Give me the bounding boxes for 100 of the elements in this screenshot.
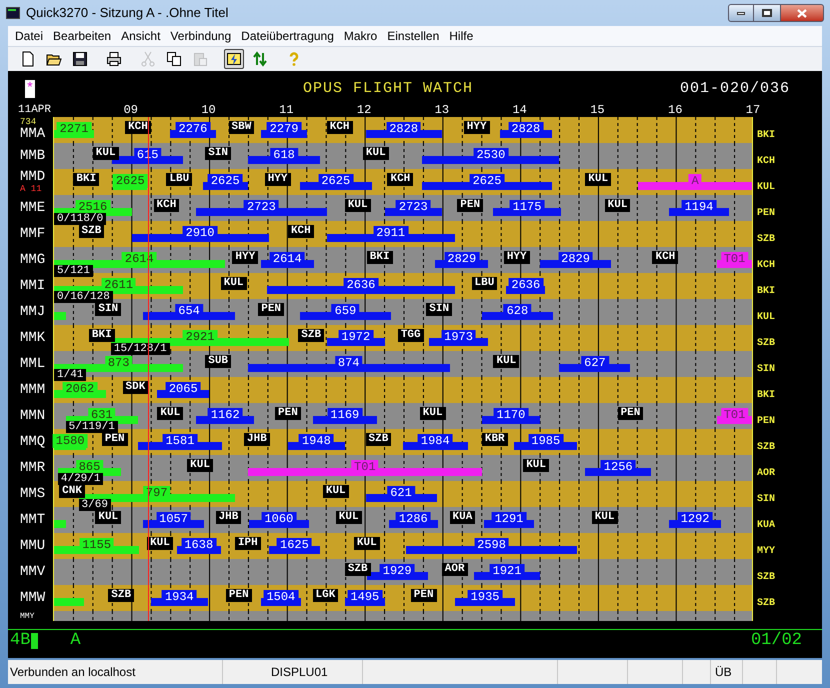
clipboard-icon xyxy=(192,51,208,67)
station-code: KUL xyxy=(336,511,362,524)
station-code: SZB xyxy=(344,563,371,576)
aircraft-label: MMY xyxy=(20,612,36,620)
station-code: KUL xyxy=(95,511,122,524)
station-code: HYY xyxy=(504,251,530,264)
scissors-icon xyxy=(140,51,156,67)
station-code: LGK xyxy=(312,589,338,602)
toolbar-button[interactable] xyxy=(164,49,184,69)
maximize-button[interactable] xyxy=(754,4,780,22)
station-code: KCH xyxy=(154,199,180,212)
station-code: SZB xyxy=(298,329,324,342)
field-marker: * xyxy=(25,80,35,98)
active-flight-bar xyxy=(54,312,66,320)
station-code: SIN xyxy=(205,147,232,160)
toolbar-button[interactable] xyxy=(224,49,244,69)
station-code: PEN xyxy=(258,303,284,316)
hour-label: 16 xyxy=(668,104,682,117)
station-code: HYY xyxy=(232,251,258,264)
screen-page: 01/02 xyxy=(750,630,802,652)
station-code: KCH xyxy=(652,251,678,264)
menu-item[interactable]: Makro xyxy=(338,27,382,45)
destination-code: MYY xyxy=(757,546,776,557)
aircraft-label: MMQ xyxy=(20,434,46,450)
page-range: 001-020/036 xyxy=(680,78,790,99)
station-code: KUL xyxy=(92,147,119,160)
aircraft-label: MMN xyxy=(20,408,46,424)
destination-code: BKI xyxy=(757,390,776,401)
station-code: KCH xyxy=(326,121,353,134)
aircraft-label: MMB xyxy=(20,148,46,164)
aircraft-label: MMJ xyxy=(20,304,46,320)
cursor-block xyxy=(31,632,38,648)
destination-code: AOR xyxy=(757,468,776,479)
mode-indicator: A xyxy=(70,630,81,652)
menu-item[interactable]: Datei xyxy=(10,27,48,45)
station-code: SZB xyxy=(108,589,134,602)
station-code: BKI xyxy=(73,173,100,186)
aircraft-label: MMT xyxy=(20,512,46,528)
input-code: 4B xyxy=(10,630,30,652)
menu-item[interactable]: Einstellen xyxy=(382,27,444,45)
station-code: LBU xyxy=(166,173,192,186)
toolbar-button[interactable] xyxy=(70,49,90,69)
status-overwrite: ÜB xyxy=(711,660,743,684)
active-flight-number: 2625 xyxy=(112,174,148,188)
aircraft-label: MMD xyxy=(20,170,46,185)
active-flight-bar xyxy=(54,520,66,528)
station-code: KUL xyxy=(362,147,389,160)
aircraft-label: MMR xyxy=(20,460,46,476)
aircraft-label: MMK xyxy=(20,330,46,346)
screen-title: OPUS FLIGHT WATCH xyxy=(303,78,474,99)
toolbar-button[interactable] xyxy=(104,49,124,69)
hour-label: 13 xyxy=(434,104,450,117)
destination-code: BKI xyxy=(757,130,776,141)
menu-item[interactable]: Verbindung xyxy=(165,27,236,45)
aircraft-label: MMU xyxy=(20,538,46,554)
station-code: KCH xyxy=(125,121,151,134)
status-session: DISPLU01 xyxy=(223,660,363,684)
load-figures: 0/16/128 xyxy=(54,291,113,303)
aircraft-label: MMG xyxy=(20,252,46,268)
station-code: CNK xyxy=(59,485,85,498)
destination-code: SIN xyxy=(757,364,776,375)
hour-label: 15 xyxy=(590,104,605,117)
station-code: BKI xyxy=(88,329,115,342)
station-code: TGG xyxy=(398,329,424,342)
station-code: SZB xyxy=(366,433,392,446)
station-code: LBU xyxy=(472,277,498,290)
minimize-icon xyxy=(737,12,745,14)
printer-icon xyxy=(106,51,122,67)
station-code: KUA xyxy=(450,511,476,524)
destination-code: KCH xyxy=(757,156,776,167)
station-code: KUL xyxy=(147,537,173,550)
destination-code: KUL xyxy=(757,182,776,193)
aircraft-label: MMV xyxy=(20,564,46,580)
minimize-button[interactable] xyxy=(728,4,754,22)
station-code: KUL xyxy=(493,355,520,368)
close-icon xyxy=(797,8,807,18)
station-code: KCH xyxy=(288,225,314,238)
menu-item[interactable]: Ansicht xyxy=(116,27,166,45)
menu-item[interactable]: Hilfe xyxy=(444,27,478,45)
status-connection: Verbunden an localhost xyxy=(8,660,223,684)
load-figures: 0/118/0 xyxy=(54,213,106,225)
destination-code: PEN xyxy=(757,416,776,427)
aircraft-label: MMS xyxy=(20,486,46,502)
station-code: JHB xyxy=(244,433,270,446)
close-button[interactable] xyxy=(780,4,824,22)
station-code: KUL xyxy=(523,459,550,472)
aircraft-label: MMF xyxy=(20,226,46,242)
hour-label: 12 xyxy=(356,104,372,117)
destination-code: KUL xyxy=(757,312,776,323)
menu-item[interactable]: Bearbeiten xyxy=(48,27,116,45)
station-code: KUL xyxy=(592,511,618,524)
hour-label: 14 xyxy=(512,104,527,117)
station-code: HYY xyxy=(264,173,290,186)
terminal-app-icon xyxy=(6,7,20,19)
hour-label: 11 xyxy=(279,104,294,117)
station-code: SBW xyxy=(228,121,254,134)
destination-code: KUA xyxy=(757,520,776,531)
menu-item[interactable]: Dateiübertragung xyxy=(236,27,339,45)
destination-code: SZB xyxy=(757,442,776,453)
station-code: SUB xyxy=(205,355,232,368)
